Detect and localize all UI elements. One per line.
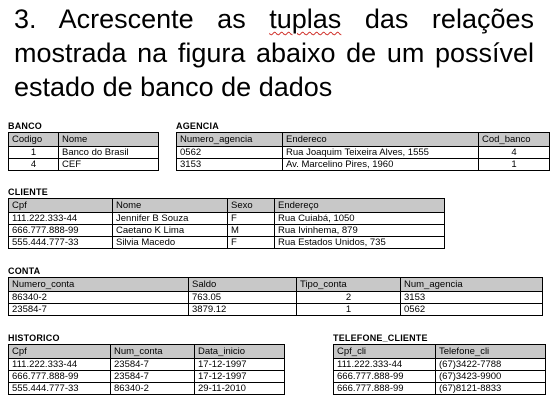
column-header: Cpf bbox=[8, 344, 111, 359]
relation-banco: BANCO Codigo Nome 1 Banco do Brasil 4 CE… bbox=[8, 121, 159, 171]
table-cell: Rua Ivinhema, 879 bbox=[274, 224, 445, 237]
column-header: Codigo bbox=[8, 132, 59, 147]
relation-cliente: CLIENTE Cpf Nome Sexo Endereço 111.222.3… bbox=[8, 187, 445, 249]
relation-conta: CONTA Numero_conta Saldo Tipo_conta Num_… bbox=[8, 266, 543, 316]
table-cell: 3153 bbox=[176, 158, 283, 171]
table-cell: (67)8121-8833 bbox=[435, 382, 546, 395]
table-cell: 3153 bbox=[400, 291, 543, 304]
table-cell: 111.222.333-44 bbox=[333, 358, 436, 371]
table-cell: 86340-2 bbox=[110, 382, 195, 395]
column-header: Cod_banco bbox=[478, 132, 550, 147]
column-header: Tipo_conta bbox=[296, 277, 401, 292]
table-cell: 23584-7 bbox=[8, 303, 189, 316]
relation-table: Cpf Num_conta Data_inicio 111.222.333-44… bbox=[8, 344, 285, 395]
column-header: Telefone_cli bbox=[435, 344, 546, 359]
table-row: 86340-2 763.05 2 3153 bbox=[8, 291, 543, 304]
table-cell: Rua Estados Unidos, 735 bbox=[274, 236, 445, 249]
relation-title: BANCO bbox=[8, 121, 42, 131]
table-cell: 17-12-1997 bbox=[194, 370, 285, 383]
table-cell: 555.444.777-33 bbox=[8, 236, 113, 249]
table-row: 666.777.888-99 (67)3423-9900 bbox=[333, 370, 546, 383]
table-cell: 666.777.888-99 bbox=[8, 370, 111, 383]
table-cell: 666.777.888-99 bbox=[333, 370, 436, 383]
table-row: 0562 Rua Joaquim Teixeira Alves, 1555 4 bbox=[176, 146, 550, 159]
table-cell: Jennifer B Souza bbox=[112, 212, 228, 225]
table-cell: 666.777.888-99 bbox=[333, 382, 436, 395]
relation-table: Numero_conta Saldo Tipo_conta Num_agenci… bbox=[8, 277, 543, 316]
table-row: 666.777.888-99 (67)8121-8833 bbox=[333, 382, 546, 395]
table-cell: 111.222.333-44 bbox=[8, 212, 113, 225]
table-row: 4 CEF bbox=[8, 158, 159, 171]
table-row: 555.444.777-33 Silvia Macedo F Rua Estad… bbox=[8, 236, 445, 249]
column-header: Nome bbox=[112, 198, 228, 213]
table-cell: F bbox=[227, 212, 275, 225]
table-cell: Silvia Macedo bbox=[112, 236, 228, 249]
column-header: Saldo bbox=[188, 277, 297, 292]
table-cell: 86340-2 bbox=[8, 291, 189, 304]
table-cell: 29-11-2010 bbox=[194, 382, 285, 395]
table-row: 23584-7 3879.12 1 0562 bbox=[8, 303, 543, 316]
table-cell: Caetano K Lima bbox=[112, 224, 228, 237]
table-cell: 23584-7 bbox=[110, 370, 195, 383]
table-cell: 1 bbox=[8, 146, 59, 159]
table-row: 3153 Av. Marcelino Pires, 1960 1 bbox=[176, 158, 550, 171]
table-cell: 763.05 bbox=[188, 291, 297, 304]
heading-part-1: 3. Acrescente as bbox=[14, 4, 270, 34]
table-cell: Rua Cuiabá, 1050 bbox=[274, 212, 445, 225]
table-cell: M bbox=[227, 224, 275, 237]
table-row: 111.222.333-44 (67)3422-7788 bbox=[333, 358, 546, 371]
relation-title: TELEFONE_CLIENTE bbox=[333, 333, 428, 343]
table-cell: 17-12-1997 bbox=[194, 358, 285, 371]
table-row: 1 Banco do Brasil bbox=[8, 146, 159, 159]
table-row: 666.777.888-99 23584-7 17-12-1997 bbox=[8, 370, 285, 383]
relation-title: CLIENTE bbox=[8, 187, 48, 197]
table-cell: F bbox=[227, 236, 275, 249]
relation-table: Cpf Nome Sexo Endereço 111.222.333-44 Je… bbox=[8, 198, 445, 249]
column-header: Numero_conta bbox=[8, 277, 189, 292]
relation-telefone-cliente: TELEFONE_CLIENTE Cpf_cli Telefone_cli 11… bbox=[333, 333, 546, 395]
column-header: Num_conta bbox=[110, 344, 195, 359]
column-header: Numero_agencia bbox=[176, 132, 283, 147]
heading-spellcheck-word: tuplas bbox=[269, 4, 342, 34]
table-cell: 3879.12 bbox=[188, 303, 297, 316]
table-cell: 0562 bbox=[400, 303, 543, 316]
column-header: Nome bbox=[58, 132, 159, 147]
column-header: Endereço bbox=[274, 198, 445, 213]
table-row: 555.444.777-33 86340-2 29-11-2010 bbox=[8, 382, 285, 395]
column-header: Data_inicio bbox=[194, 344, 285, 359]
relation-historico: HISTORICO Cpf Num_conta Data_inicio 111.… bbox=[8, 333, 285, 395]
table-cell: 0562 bbox=[176, 146, 283, 159]
table-cell: (67)3423-9900 bbox=[435, 370, 546, 383]
table-cell: 1 bbox=[296, 303, 401, 316]
table-row: 111.222.333-44 23584-7 17-12-1997 bbox=[8, 358, 285, 371]
table-cell: 555.444.777-33 bbox=[8, 382, 111, 395]
exercise-heading: 3. Acrescente as tuplas das relações mos… bbox=[14, 2, 534, 104]
table-row: 666.777.888-99 Caetano K Lima M Rua Ivin… bbox=[8, 224, 445, 237]
table-cell: 2 bbox=[296, 291, 401, 304]
column-header: Cpf bbox=[8, 198, 113, 213]
table-cell: CEF bbox=[58, 158, 159, 171]
column-header: Endereco bbox=[282, 132, 479, 147]
column-header: Cpf_cli bbox=[333, 344, 436, 359]
column-header: Num_agencia bbox=[400, 277, 543, 292]
column-header: Sexo bbox=[227, 198, 275, 213]
relation-agencia: AGENCIA Numero_agencia Endereco Cod_banc… bbox=[176, 121, 550, 171]
table-cell: Banco do Brasil bbox=[58, 146, 159, 159]
relation-title: CONTA bbox=[8, 266, 41, 276]
table-row: 111.222.333-44 Jennifer B Souza F Rua Cu… bbox=[8, 212, 445, 225]
table-cell: 1 bbox=[478, 158, 550, 171]
table-cell: (67)3422-7788 bbox=[435, 358, 546, 371]
table-cell: 23584-7 bbox=[110, 358, 195, 371]
table-cell: Rua Joaquim Teixeira Alves, 1555 bbox=[282, 146, 479, 159]
table-cell: 111.222.333-44 bbox=[8, 358, 111, 371]
relation-table: Codigo Nome 1 Banco do Brasil 4 CEF bbox=[8, 132, 159, 171]
relation-title: AGENCIA bbox=[176, 121, 219, 131]
table-cell: 4 bbox=[478, 146, 550, 159]
table-cell: 666.777.888-99 bbox=[8, 224, 113, 237]
relation-table: Cpf_cli Telefone_cli 111.222.333-44 (67)… bbox=[333, 344, 546, 395]
relation-title: HISTORICO bbox=[8, 333, 60, 343]
table-cell: Av. Marcelino Pires, 1960 bbox=[282, 158, 479, 171]
relation-table: Numero_agencia Endereco Cod_banco 0562 R… bbox=[176, 132, 550, 171]
table-cell: 4 bbox=[8, 158, 59, 171]
